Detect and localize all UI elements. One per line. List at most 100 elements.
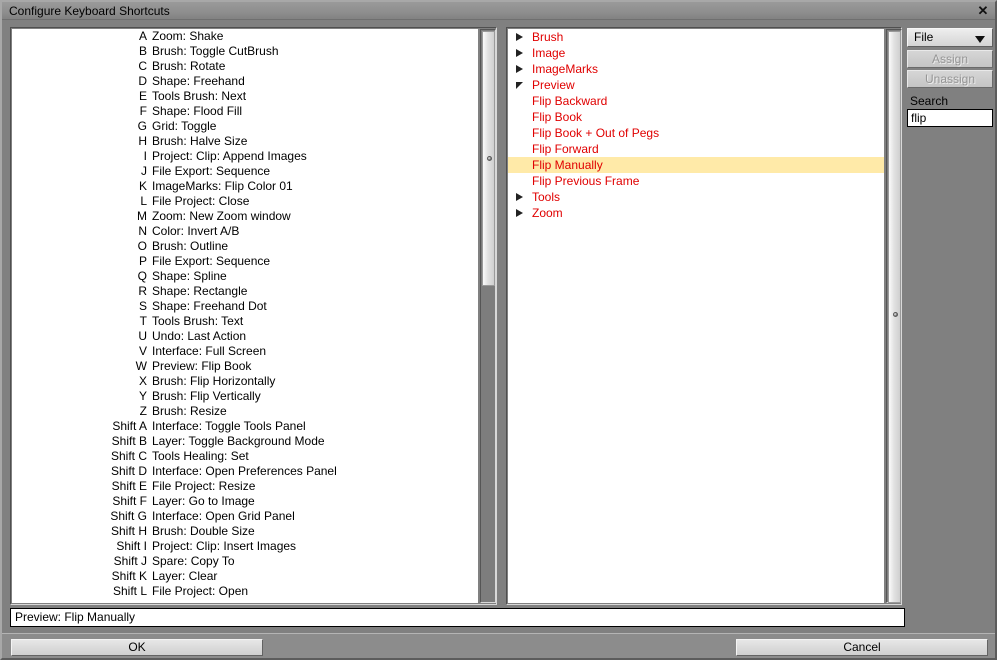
- shortcut-row[interactable]: J File Export: Sequence: [12, 164, 478, 179]
- shortcut-row[interactable]: C Brush: Rotate: [12, 59, 478, 74]
- command-tree-row[interactable]: Brush: [508, 29, 884, 45]
- shortcut-key: K: [138, 179, 147, 193]
- shortcut-row[interactable]: P File Export: Sequence: [12, 254, 478, 269]
- command-tree-row[interactable]: Zoom: [508, 205, 884, 221]
- triangle-right-icon[interactable]: [516, 33, 523, 41]
- search-input[interactable]: flip: [907, 109, 993, 127]
- unassign-button[interactable]: Unassign: [907, 70, 993, 88]
- shortcut-key: Shift B: [111, 434, 147, 448]
- command-tree-label: Tools: [532, 190, 561, 204]
- shortcut-description: Shape: Freehand Dot: [152, 299, 267, 313]
- triangle-right-icon[interactable]: [516, 193, 523, 201]
- triangle-right-icon[interactable]: [516, 65, 523, 73]
- shortcut-row[interactable]: A Zoom: Shake: [12, 29, 478, 44]
- command-tree-panel: Brush Image ImageMarks Preview Flip Backward…: [506, 27, 902, 605]
- command-tree-row[interactable]: Flip Forward: [508, 141, 884, 157]
- scrollbar-thumb[interactable]: [888, 31, 901, 603]
- shortcut-row[interactable]: Z Brush: Resize: [12, 404, 478, 419]
- shortcut-row[interactable]: Shift I Project: Clip: Insert Images: [12, 539, 478, 554]
- shortcut-key: B: [138, 44, 147, 58]
- shortcut-row[interactable]: Shift A Interface: Toggle Tools Panel: [12, 419, 478, 434]
- shortcut-description: Brush: Toggle CutBrush: [152, 44, 279, 58]
- shortcut-row[interactable]: I Project: Clip: Append Images: [12, 149, 478, 164]
- command-tree[interactable]: Brush Image ImageMarks Preview Flip Backward…: [508, 29, 884, 603]
- shortcut-key: Shift H: [110, 524, 147, 538]
- command-tree-row[interactable]: Tools: [508, 189, 884, 205]
- command-tree-row[interactable]: Flip Book + Out of Pegs: [508, 125, 884, 141]
- title-bar[interactable]: Configure Keyboard Shortcuts ✕: [2, 2, 995, 20]
- shortcut-description: Preview: Flip Book: [152, 359, 252, 373]
- shortcut-key: W: [135, 359, 147, 373]
- command-tree-row[interactable]: Flip Previous Frame: [508, 173, 884, 189]
- command-tree-row-selected[interactable]: Flip Manually: [508, 157, 884, 173]
- shortcut-key: Shift C: [110, 449, 147, 463]
- shortcut-row[interactable]: D Shape: Freehand: [12, 74, 478, 89]
- scrollbar-grip-icon: [893, 312, 898, 317]
- shortcut-key: Z: [139, 404, 147, 418]
- command-tree-row[interactable]: Preview: [508, 77, 884, 93]
- shortcut-row[interactable]: Shift L File Project: Open: [12, 584, 478, 599]
- shortcut-description: Zoom: New Zoom window: [152, 209, 291, 223]
- shortcut-key: X: [138, 374, 147, 388]
- shortcut-row[interactable]: Shift C Tools Healing: Set: [12, 449, 478, 464]
- close-icon[interactable]: ✕: [975, 3, 991, 19]
- shortcut-row[interactable]: Shift G Interface: Open Grid Panel: [12, 509, 478, 524]
- shortcut-description: Color: Invert A/B: [152, 224, 240, 238]
- shortcut-key: T: [139, 314, 147, 328]
- ok-button[interactable]: OK: [11, 639, 263, 656]
- shortcut-row[interactable]: R Shape: Rectangle: [12, 284, 478, 299]
- triangle-down-icon[interactable]: [516, 82, 523, 89]
- shortcut-row[interactable]: Shift E File Project: Resize: [12, 479, 478, 494]
- shortcut-row[interactable]: G Grid: Toggle: [12, 119, 478, 134]
- status-field[interactable]: Preview: Flip Manually: [10, 608, 905, 627]
- shortcut-row[interactable]: Shift H Brush: Double Size: [12, 524, 478, 539]
- shortcut-description: Tools Brush: Next: [152, 89, 247, 103]
- shortcut-row[interactable]: X Brush: Flip Horizontally: [12, 374, 478, 389]
- shortcut-row[interactable]: F Shape: Flood Fill: [12, 104, 478, 119]
- shortcut-row[interactable]: Shift B Layer: Toggle Background Mode: [12, 434, 478, 449]
- shortcut-key: Shift I: [116, 539, 147, 553]
- command-tree-label: Flip Previous Frame: [532, 174, 640, 188]
- triangle-right-icon[interactable]: [516, 209, 523, 217]
- command-tree-row[interactable]: Image: [508, 45, 884, 61]
- shortcut-row[interactable]: Shift J Spare: Copy To: [12, 554, 478, 569]
- shortcut-row[interactable]: Shift F Layer: Go to Image: [12, 494, 478, 509]
- shortcut-row[interactable]: Q Shape: Spline: [12, 269, 478, 284]
- shortcut-row[interactable]: B Brush: Toggle CutBrush: [12, 44, 478, 59]
- assign-button[interactable]: Assign: [907, 50, 993, 68]
- command-tree-scrollbar[interactable]: [886, 29, 902, 603]
- shortcut-list-scrollbar[interactable]: [480, 29, 496, 603]
- shortcut-row[interactable]: E Tools Brush: Next: [12, 89, 478, 104]
- shortcut-description: File Project: Open: [152, 584, 249, 598]
- shortcut-row[interactable]: S Shape: Freehand Dot: [12, 299, 478, 314]
- shortcut-row[interactable]: H Brush: Halve Size: [12, 134, 478, 149]
- shortcut-row[interactable]: V Interface: Full Screen: [12, 344, 478, 359]
- command-tree-row[interactable]: ImageMarks: [508, 61, 884, 77]
- cancel-button[interactable]: Cancel: [736, 639, 988, 656]
- shortcut-description: Interface: Open Grid Panel: [152, 509, 295, 523]
- shortcut-row[interactable]: M Zoom: New Zoom window: [12, 209, 478, 224]
- shortcut-description: Interface: Full Screen: [152, 344, 267, 358]
- shortcut-description: Spare: Copy To: [152, 554, 235, 568]
- shortcut-row[interactable]: Shift K Layer: Clear: [12, 569, 478, 584]
- shortcut-row[interactable]: U Undo: Last Action: [12, 329, 478, 344]
- shortcut-description: Project: Clip: Append Images: [152, 149, 307, 163]
- shortcut-description: File Export: Sequence: [152, 164, 271, 178]
- shortcut-list[interactable]: A Zoom: Shake B Brush: Toggle CutBrush C Brus…: [12, 29, 478, 603]
- command-tree-row[interactable]: Flip Backward: [508, 93, 884, 109]
- shortcut-row[interactable]: Shift D Interface: Open Preferences Panel: [12, 464, 478, 479]
- shortcut-description: File Project: Resize: [152, 479, 256, 493]
- shortcut-row[interactable]: L File Project: Close: [12, 194, 478, 209]
- triangle-right-icon[interactable]: [516, 49, 523, 57]
- shortcut-row[interactable]: K ImageMarks: Flip Color 01: [12, 179, 478, 194]
- scope-dropdown[interactable]: File: [907, 28, 993, 47]
- shortcut-row[interactable]: T Tools Brush: Text: [12, 314, 478, 329]
- shortcut-row[interactable]: N Color: Invert A/B: [12, 224, 478, 239]
- scrollbar-thumb[interactable]: [482, 31, 495, 286]
- command-tree-row[interactable]: Flip Book: [508, 109, 884, 125]
- shortcut-key: E: [138, 89, 147, 103]
- shortcut-row[interactable]: W Preview: Flip Book: [12, 359, 478, 374]
- shortcut-row[interactable]: O Brush: Outline: [12, 239, 478, 254]
- shortcut-description: Interface: Open Preferences Panel: [152, 464, 337, 478]
- shortcut-row[interactable]: Y Brush: Flip Vertically: [12, 389, 478, 404]
